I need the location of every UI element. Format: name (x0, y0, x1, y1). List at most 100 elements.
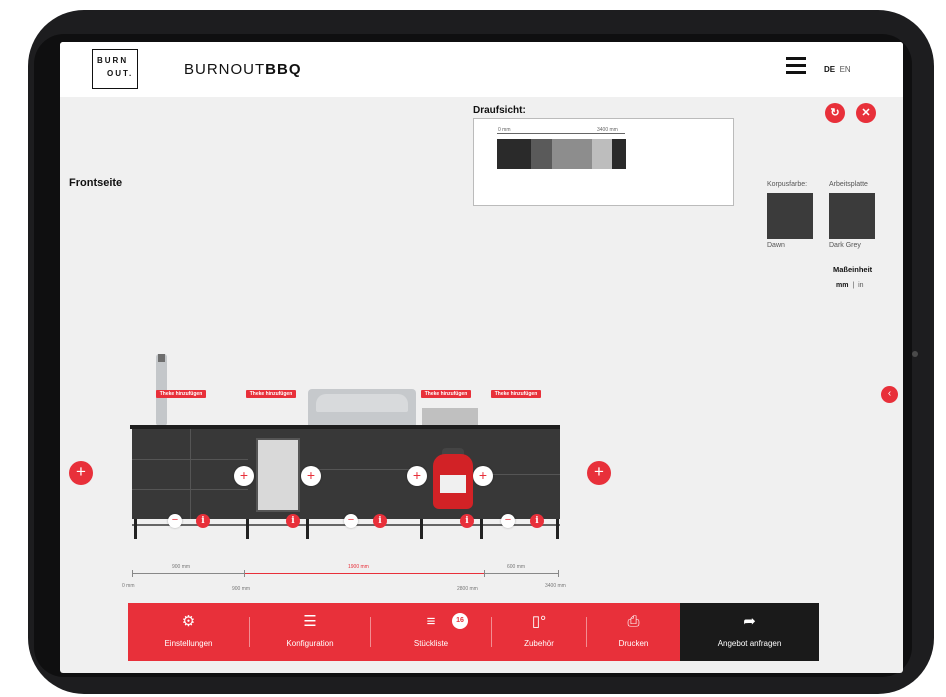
parts-list-button[interactable]: ≡ Stückliste (371, 603, 491, 661)
add-counter-button[interactable]: Theke hinzufügen (156, 390, 206, 398)
lang-en-link[interactable]: EN (840, 65, 851, 74)
dimension-line-highlight (244, 573, 484, 574)
brand-bold: BBQ (265, 61, 302, 78)
brand-name: BURNOUTBBQ (184, 61, 302, 78)
configuration-label: Konfiguration (286, 639, 334, 648)
topview-panel: 0 mm 3400 mm (473, 118, 734, 206)
logo-text-bottom: OUT. (107, 69, 134, 78)
add-counter-button[interactable]: Theke hinzufügen (491, 390, 541, 398)
topview-module-end (612, 139, 626, 169)
cabinet-leg (556, 519, 559, 539)
cabinet-leg (246, 519, 249, 539)
dimension-position-label: 900 mm (232, 586, 251, 592)
cabinet-tap-module[interactable] (132, 429, 248, 519)
info-icon[interactable]: i (373, 514, 387, 528)
cabinet-grill-module[interactable] (304, 429, 422, 519)
dimension-position-label: 2800 mm (457, 586, 478, 592)
parts-count-badge: 16 (452, 613, 468, 629)
share-arrow-icon: ➦ (743, 613, 756, 630)
remove-module-button[interactable]: − (344, 514, 358, 528)
unit-separator: | (852, 282, 855, 289)
remove-module-button[interactable]: − (168, 514, 182, 528)
topview-title: Draufsicht: (473, 105, 526, 116)
worktop-label: Arbeitsplatte (829, 181, 868, 188)
unit-title: Maßeinheit (833, 265, 873, 274)
info-icon[interactable]: i (530, 514, 544, 528)
request-quote-button[interactable]: ➦ Angebot anfragen (680, 603, 819, 661)
insert-module-button[interactable]: + (301, 466, 321, 486)
worktop-swatch[interactable] (829, 193, 875, 239)
add-counter-button[interactable]: Theke hinzufügen (421, 390, 471, 398)
insert-module-button[interactable]: + (473, 466, 493, 486)
remove-module-button[interactable]: − (501, 514, 515, 528)
dimension-segment-label: 600 mm (507, 564, 526, 570)
top-header: BURN OUT. BURNOUTBBQ DE EN (60, 42, 903, 97)
insert-module-button[interactable]: + (407, 466, 427, 486)
topview-module-sink (592, 139, 612, 169)
settings-label: Einstellungen (164, 639, 213, 648)
dimension-position-label: 0 mm (122, 583, 135, 589)
info-icon[interactable]: i (196, 514, 210, 528)
front-view-title: Frontseite (69, 177, 123, 189)
add-module-left-button[interactable]: + (69, 461, 93, 485)
chevron-left-icon[interactable]: ‹ (881, 386, 898, 403)
body-color-label: Korpusfarbe: (767, 181, 808, 188)
dimension-segment-label: 1900 mm (348, 564, 369, 570)
dimension-tick (484, 570, 485, 577)
add-module-right-button[interactable]: + (587, 461, 611, 485)
menu-icon[interactable] (786, 57, 806, 75)
unit-switch: mm | in (836, 282, 864, 289)
lang-de-link[interactable]: DE (824, 65, 835, 74)
info-icon[interactable]: i (286, 514, 300, 528)
logo[interactable]: BURN OUT. (92, 49, 138, 89)
dimension-tick (558, 570, 559, 577)
request-quote-label: Angebot anfragen (717, 639, 782, 648)
logo-text-top: BURN (97, 56, 129, 65)
grill-lid (316, 394, 408, 412)
fridge-door (256, 438, 300, 512)
dimension-tick (244, 570, 245, 577)
insert-module-button[interactable]: + (234, 466, 254, 486)
gas-bottle-label (440, 475, 466, 493)
dimension-position-label: 3400 mm (545, 583, 566, 589)
dimension-tick (132, 570, 133, 577)
unit-mm-option[interactable]: mm (836, 282, 848, 289)
cabinet-leg (306, 519, 309, 539)
topview-module-tap (497, 139, 531, 169)
close-icon[interactable]: ✕ (856, 103, 876, 123)
printer-icon: ⎙ (627, 613, 640, 630)
refresh-icon[interactable]: ↻ (825, 103, 845, 123)
parts-list-label: Stückliste (413, 639, 449, 648)
gear-icon: ⚙ (181, 613, 196, 630)
worktop-value: Dark Grey (829, 242, 861, 249)
topview-module-fridge (531, 139, 552, 169)
dimension-segment-label: 900 mm (172, 564, 191, 570)
add-counter-button[interactable]: Theke hinzufügen (246, 390, 296, 398)
cabinet-leg (420, 519, 423, 539)
tablet-camera (912, 351, 918, 357)
body-color-value: Dawn (767, 242, 785, 249)
cabinet-leg (480, 519, 483, 539)
unit-in-option[interactable]: in (858, 282, 863, 289)
sink-module-top (422, 408, 478, 426)
configuration-button[interactable]: ☰ Konfiguration (250, 603, 370, 661)
beer-tap-head (158, 354, 165, 362)
accessories-label: Zubehör (524, 639, 554, 648)
info-icon[interactable]: i (460, 514, 474, 528)
dimension-line (484, 573, 558, 574)
list-icon: ≡ (426, 613, 436, 630)
cabinet-leg (134, 519, 137, 539)
settings-button[interactable]: ⚙ Einstellungen (128, 603, 249, 661)
sliders-icon: ☰ (303, 613, 317, 630)
print-button[interactable]: ⎙ Drucken (587, 603, 680, 661)
accessories-button[interactable]: ▯° Zubehör (492, 603, 586, 661)
topview-module-grill (552, 139, 592, 169)
print-label: Drucken (618, 639, 649, 648)
language-switch: DE EN (824, 65, 851, 74)
dimension-line (132, 573, 244, 574)
accessory-icon: ▯° (531, 613, 547, 630)
topview-dim-line (497, 133, 625, 134)
brand-thin: BURNOUT (184, 61, 266, 78)
body-color-swatch[interactable] (767, 193, 813, 239)
bottom-toolbar: ⚙ Einstellungen ☰ Konfiguration ≡ Stückl… (128, 603, 819, 661)
